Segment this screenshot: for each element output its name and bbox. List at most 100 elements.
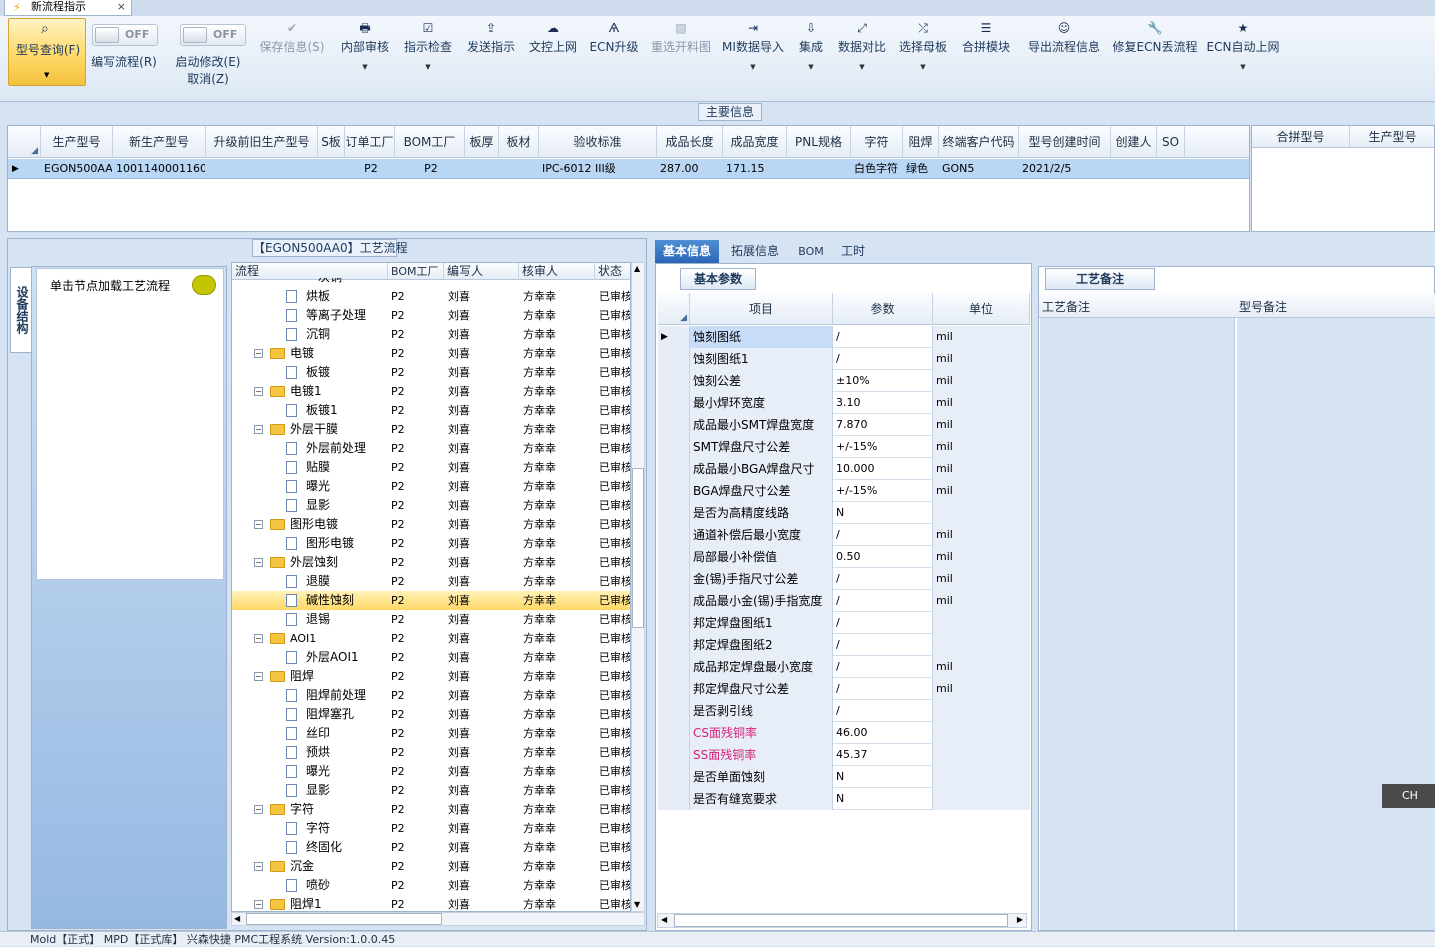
param-value[interactable]: N <box>833 788 933 810</box>
main-col-header[interactable]: 板材 <box>499 126 539 158</box>
write-flow-toggle[interactable]: OFF <box>92 24 158 46</box>
param-value[interactable]: / <box>833 634 933 656</box>
main-cell[interactable]: EGON500AA0 <box>44 159 112 179</box>
tree-row[interactable]: 显影 P2 刘喜 方幸幸 已审核 <box>232 496 630 515</box>
collapse-icon[interactable]: − <box>254 634 263 643</box>
param-row[interactable]: 局部最小补偿值 0.50 mil <box>658 546 1030 568</box>
param-row[interactable]: 通道补偿后最小宽度 / mil <box>658 524 1030 546</box>
tree-row[interactable]: − 电镀1 P2 刘喜 方幸幸 已审核 <box>232 382 630 401</box>
tree-row[interactable]: 图形电镀 P2 刘喜 方幸幸 已审核 <box>232 534 630 553</box>
tree-row[interactable]: 阻焊塞孔 P2 刘喜 方幸幸 已审核 <box>232 705 630 724</box>
collapse-icon[interactable]: − <box>254 900 263 909</box>
table-row[interactable]: ▶ EGON500AA010011400011601 P2P2 IPC-6012 I… <box>8 159 1249 179</box>
toolbar-button-11[interactable]: ☰ 合拼模块 <box>958 18 1014 88</box>
toolbar-button-14[interactable]: ★ ECN自动上网 ▼ <box>1204 18 1282 88</box>
tree-row[interactable]: 碱性蚀刻 P2 刘喜 方幸幸 已审核 <box>232 591 630 610</box>
param-value[interactable]: 7.870 <box>833 414 933 436</box>
row-selector[interactable] <box>658 524 690 546</box>
param-value[interactable]: 10.000 <box>833 458 933 480</box>
toolbar-button-13[interactable]: 🔧 修复ECN丢流程 <box>1110 18 1200 88</box>
param-value[interactable]: N <box>833 502 933 524</box>
main-cell[interactable]: 287.00 <box>660 159 722 179</box>
row-selector[interactable] <box>658 436 690 458</box>
param-row[interactable]: 是否为高精度线路 N <box>658 502 1030 524</box>
param-value[interactable]: 45.37 <box>833 744 933 766</box>
row-selector[interactable] <box>658 502 690 524</box>
row-selector[interactable] <box>658 766 690 788</box>
tree-row[interactable]: 退锡 P2 刘喜 方幸幸 已审核 <box>232 610 630 629</box>
param-value[interactable]: / <box>833 656 933 678</box>
collapse-icon[interactable]: − <box>254 387 263 396</box>
param-row[interactable]: SMT焊盘尺寸公差 +/-15% mil <box>658 436 1030 458</box>
scroll-left-icon[interactable]: ◀ <box>661 915 667 924</box>
merge-model-column[interactable]: 合拼型号 <box>1252 126 1350 148</box>
tree-row[interactable]: 字符 P2 刘喜 方幸幸 已审核 <box>232 819 630 838</box>
node-nav-list[interactable] <box>36 268 224 580</box>
toolbar-button-10[interactable]: ⤮ 选择母板 ▼ <box>895 18 951 88</box>
scroll-left-icon[interactable]: ◀ <box>234 914 240 923</box>
param-value[interactable]: ±10% <box>833 370 933 392</box>
tree-row[interactable]: − AOI1 P2 刘喜 方幸幸 已审核 <box>232 629 630 648</box>
main-col-header[interactable]: 板厚 <box>465 126 499 158</box>
tab-work-hours[interactable]: 工时 <box>835 240 871 263</box>
main-cell[interactable]: 绿色 <box>906 159 938 179</box>
param-row[interactable]: 是否单面蚀刻 N <box>658 766 1030 788</box>
tree-row[interactable]: − 电镀 P2 刘喜 方幸幸 已审核 <box>232 344 630 363</box>
item-column[interactable]: 项目 <box>690 293 833 325</box>
collapse-icon[interactable]: − <box>254 349 263 358</box>
toolbar-button-5[interactable]: Ѧ ECN升级 <box>588 18 640 88</box>
toolbar-button-6[interactable]: ▨ 重选开料图 <box>646 18 716 88</box>
main-col-header[interactable]: 阻焊 <box>903 126 939 158</box>
main-cell[interactable]: P2 <box>398 159 464 179</box>
toolbar-button-12[interactable]: ☺ 导出流程信息 <box>1022 18 1106 88</box>
param-value[interactable]: / <box>833 326 933 348</box>
scroll-down-icon[interactable]: ▼ <box>634 900 640 909</box>
main-cell[interactable] <box>1114 159 1156 179</box>
main-col-header[interactable]: 型号创建时间 <box>1019 126 1111 158</box>
value-column[interactable]: 参数 <box>833 293 933 325</box>
param-row[interactable]: 是否剥引线 / <box>658 700 1030 722</box>
tree-row[interactable]: 显影 P2 刘喜 方幸幸 已审核 <box>232 781 630 800</box>
tree-row[interactable]: 曝光 P2 刘喜 方幸幸 已审核 <box>232 477 630 496</box>
param-value[interactable]: 46.00 <box>833 722 933 744</box>
tree-row[interactable]: 预烘 P2 刘喜 方幸幸 已审核 <box>232 743 630 762</box>
tree-row[interactable]: 板镀1 P2 刘喜 方幸幸 已审核 <box>232 401 630 420</box>
param-value[interactable]: / <box>833 568 933 590</box>
param-row[interactable]: 最小焊环宽度 3.10 mil <box>658 392 1030 414</box>
row-selector[interactable] <box>658 678 690 700</box>
toolbar-button-0[interactable]: ✔ 保存信息(S) <box>254 18 330 88</box>
main-cell[interactable]: GON5 <box>942 159 1018 179</box>
row-selector[interactable] <box>658 788 690 810</box>
tree-row[interactable]: 烘板 P2 刘喜 方幸幸 已审核 <box>232 287 630 306</box>
tree-row[interactable]: 等离子处理 P2 刘喜 方幸幸 已审核 <box>232 306 630 325</box>
tree-row[interactable]: − 沉金 P2 刘喜 方幸幸 已审核 <box>232 857 630 876</box>
tree-row[interactable]: − 外层干膜 P2 刘喜 方幸幸 已审核 <box>232 420 630 439</box>
model-notes-field[interactable] <box>1237 318 1435 930</box>
modify-toggle[interactable]: OFF <box>180 24 246 46</box>
param-row[interactable]: SS面残铜率 45.37 <box>658 744 1030 766</box>
main-col-header[interactable]: 成品宽度 <box>723 126 787 158</box>
row-selector[interactable] <box>658 744 690 766</box>
toolbar-button-7[interactable]: ⇥ MI数据导入 ▼ <box>718 18 788 88</box>
tree-row[interactable]: 贴膜 P2 刘喜 方幸幸 已审核 <box>232 458 630 477</box>
main-cell[interactable] <box>321 159 344 179</box>
main-cell[interactable]: P2 <box>348 159 394 179</box>
param-value[interactable]: / <box>833 678 933 700</box>
param-row[interactable]: 成品邦定焊盘最小宽度 / mil <box>658 656 1030 678</box>
row-selector[interactable] <box>658 414 690 436</box>
tree-row[interactable]: 曝光 P2 刘喜 方幸幸 已审核 <box>232 762 630 781</box>
toolbar-button-2[interactable]: ☑ 指示检查 ▼ <box>398 18 458 88</box>
param-row[interactable]: 邦定焊盘图纸1/ <box>658 612 1030 634</box>
unit-column[interactable]: 单位 <box>933 293 1030 325</box>
collapse-icon[interactable]: − <box>254 862 263 871</box>
row-selector[interactable] <box>658 370 690 392</box>
row-selector[interactable] <box>658 700 690 722</box>
document-tab[interactable]: ⚡ 新流程指示 × <box>4 0 132 16</box>
param-row[interactable]: CS面残铜率 46.00 <box>658 722 1030 744</box>
param-row[interactable]: 蚀刻图纸1/mil <box>658 348 1030 370</box>
param-value[interactable]: / <box>833 348 933 370</box>
cancel-label[interactable]: 取消(Z) <box>172 70 244 87</box>
param-value[interactable]: / <box>833 524 933 546</box>
tree-row[interactable]: 外层AOI1 P2 刘喜 方幸幸 已审核 <box>232 648 630 667</box>
tree-row[interactable]: − 阻焊1 P2 刘喜 方幸幸 已审核 <box>232 895 630 911</box>
